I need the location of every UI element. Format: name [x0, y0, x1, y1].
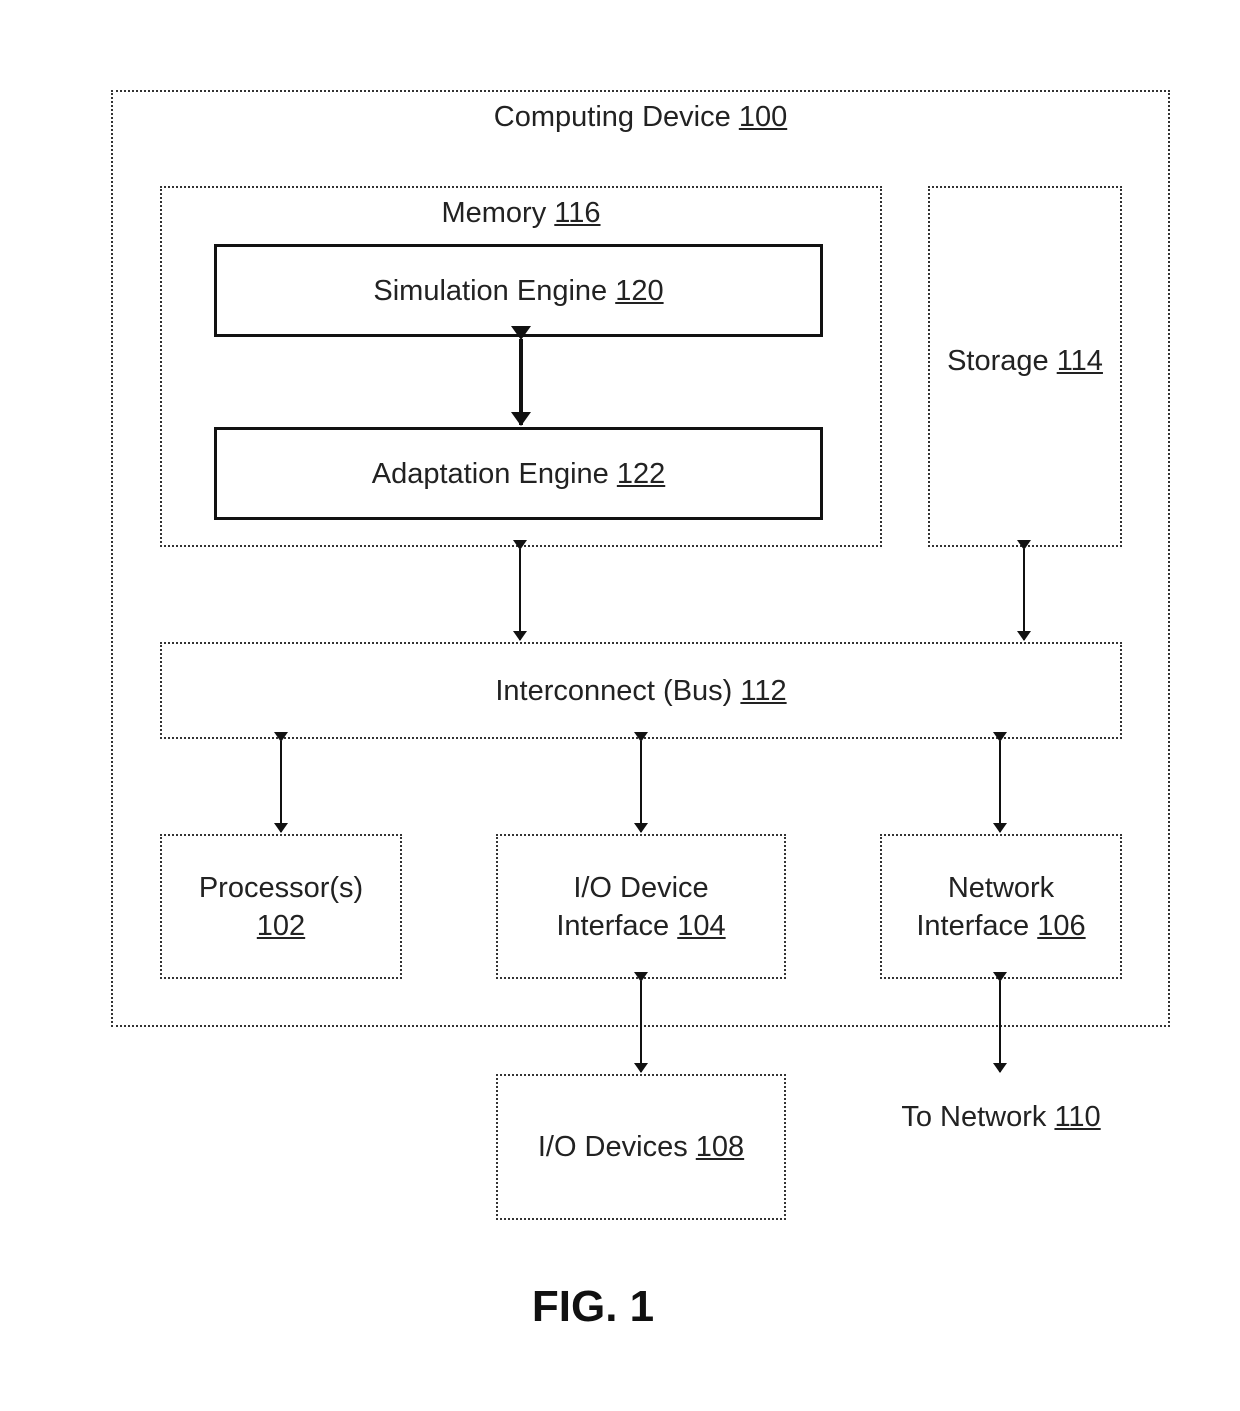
connector-arrows: [274, 326, 1031, 1073]
figure-caption: FIG. 1: [531, 1282, 655, 1331]
